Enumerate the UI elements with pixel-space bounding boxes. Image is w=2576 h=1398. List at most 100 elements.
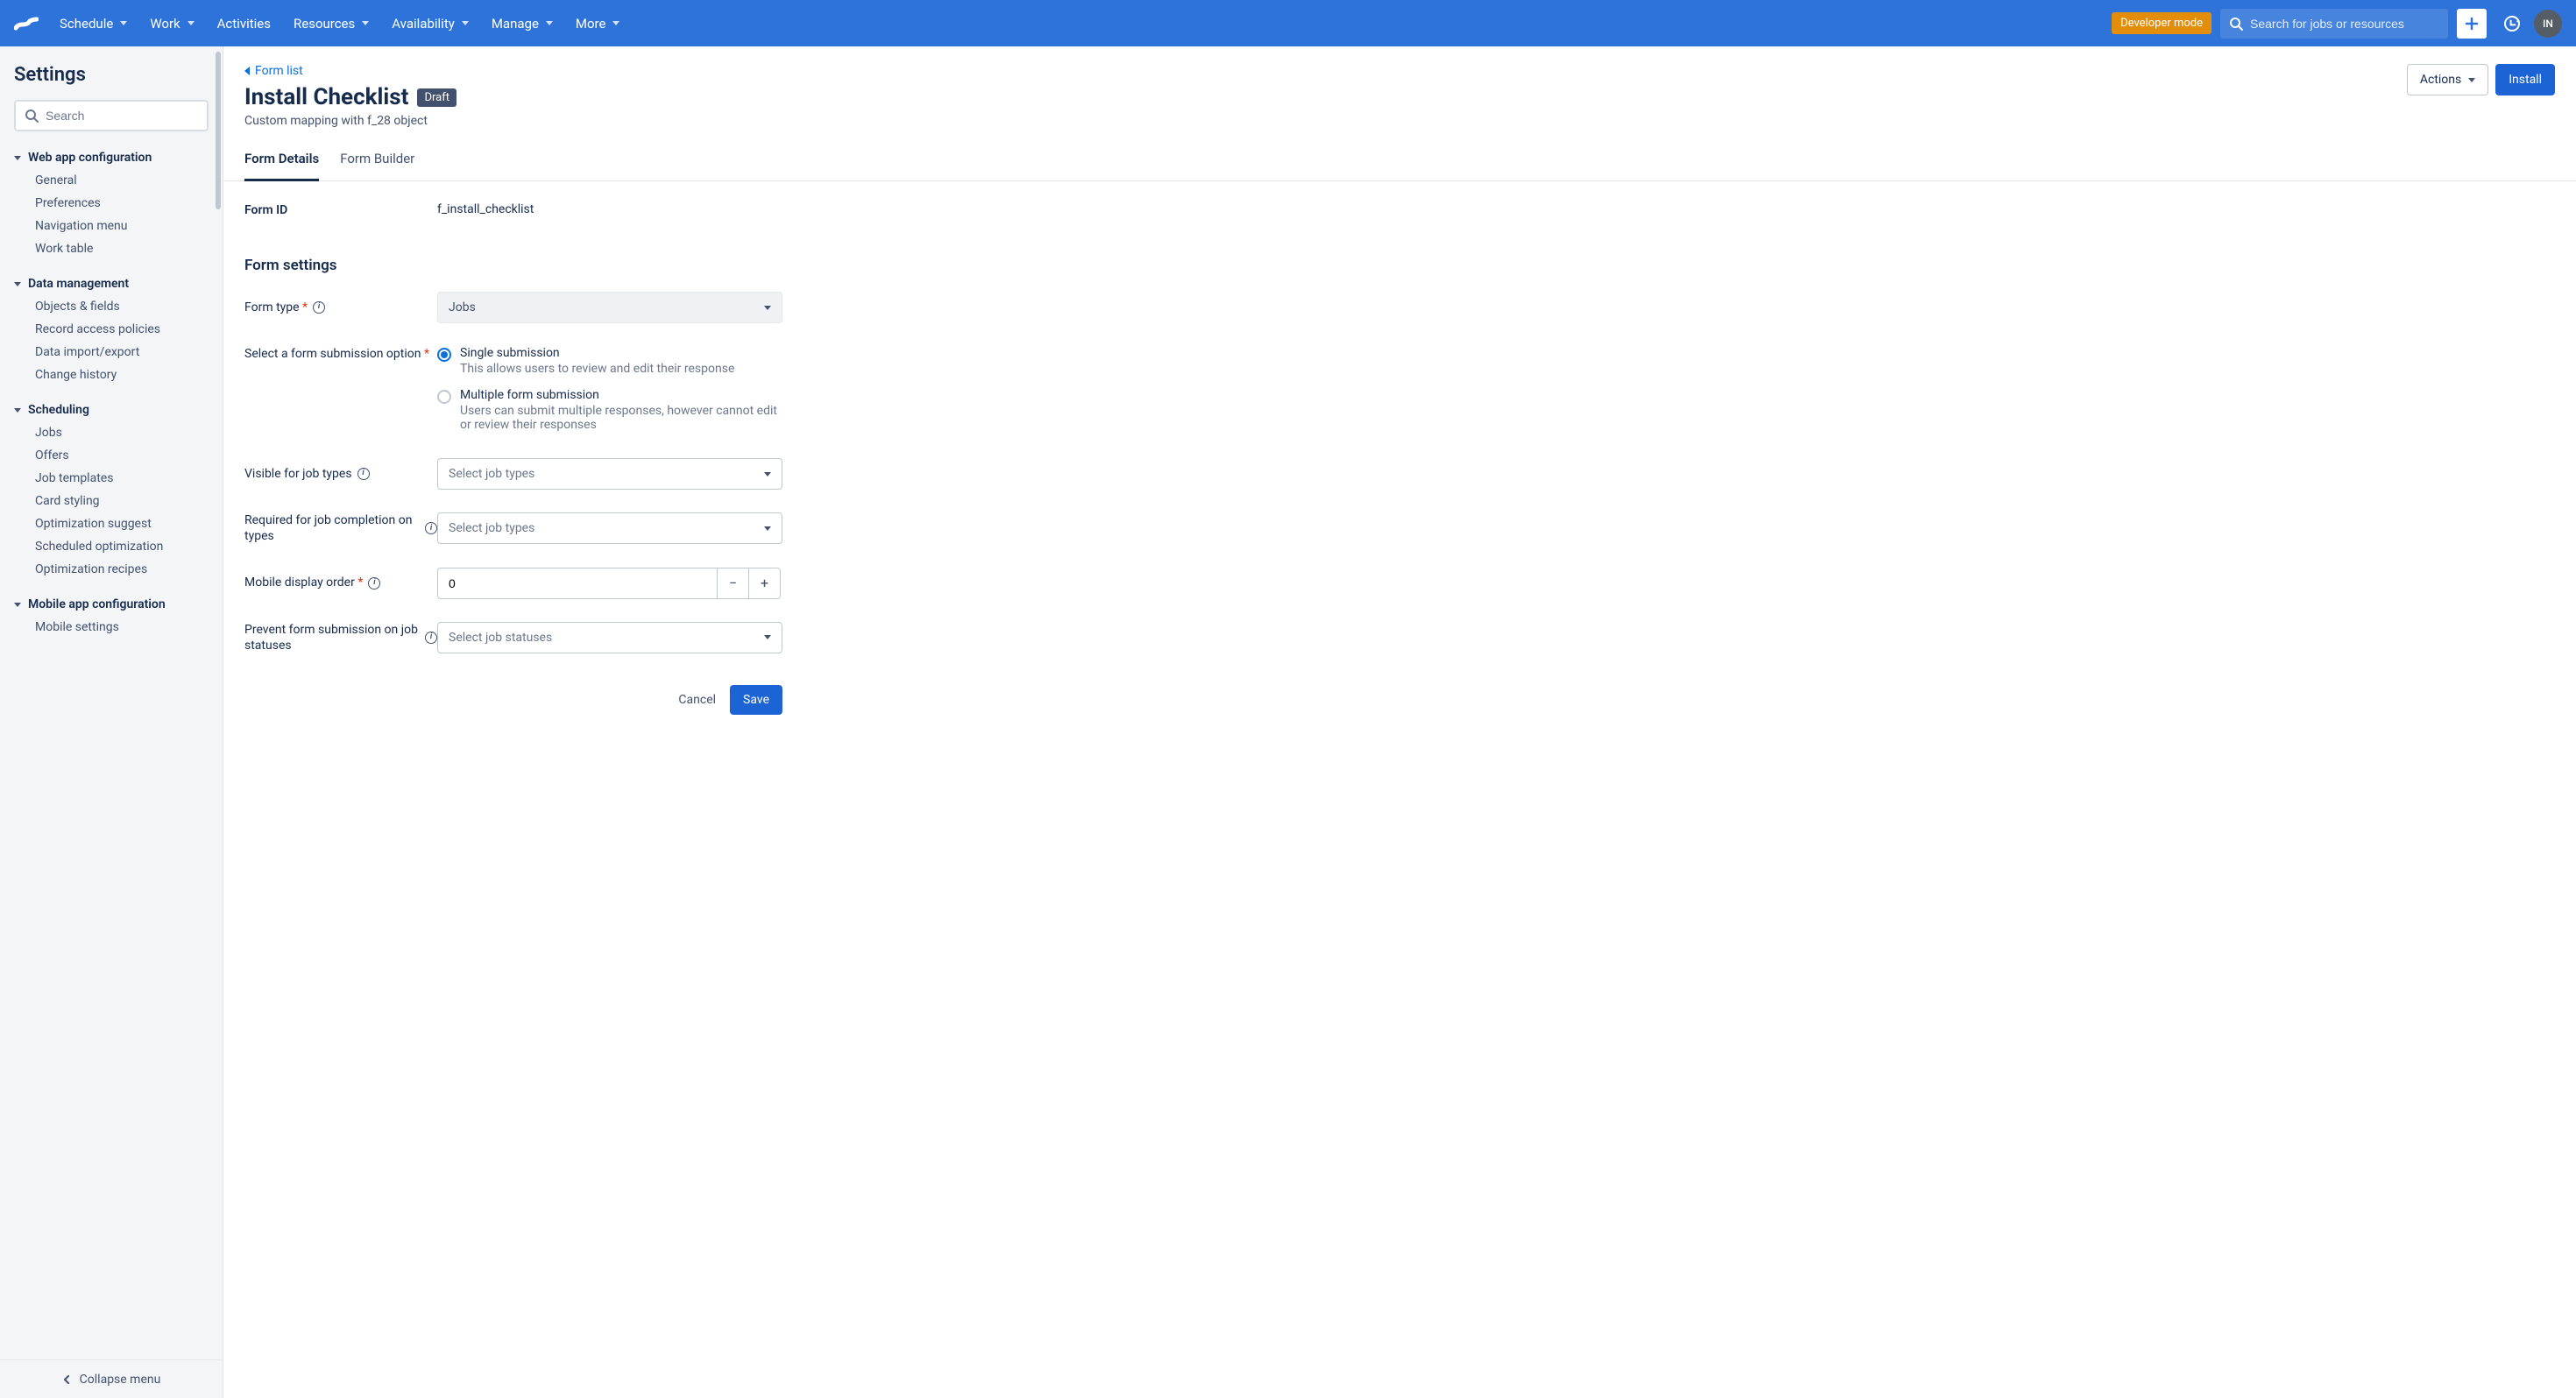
radio-icon: [437, 390, 451, 404]
sidebar-item[interactable]: General: [35, 172, 209, 189]
chevron-down-icon: [764, 306, 771, 310]
refresh-icon[interactable]: [2497, 9, 2527, 39]
nav-item-work[interactable]: Work: [139, 11, 204, 37]
sidebar-search[interactable]: [14, 100, 209, 131]
save-button[interactable]: Save: [730, 685, 782, 715]
sidebar-item[interactable]: Change history: [35, 366, 209, 384]
radio-icon: [437, 348, 451, 362]
nav-item-schedule[interactable]: Schedule: [49, 11, 138, 37]
radio-option[interactable]: Single submissionThis allows users to re…: [437, 346, 782, 376]
chevron-down-icon: [188, 21, 195, 25]
developer-mode-badge[interactable]: Developer mode: [2112, 12, 2212, 34]
sidebar-title: Settings: [14, 64, 209, 86]
submission-option-label: Select a form submission option *: [244, 346, 437, 362]
sidebar-item[interactable]: Jobs: [35, 424, 209, 441]
sidebar-item[interactable]: Navigation menu: [35, 217, 209, 235]
required-types-placeholder: Select job types: [449, 521, 534, 535]
sidebar-section-header[interactable]: Mobile app configuration: [14, 597, 209, 611]
sidebar-item[interactable]: Mobile settings: [35, 618, 209, 636]
chevron-left-icon: [244, 67, 250, 75]
sidebar-section-header[interactable]: Data management: [14, 277, 209, 291]
sidebar-item[interactable]: Offers: [35, 447, 209, 464]
nav-item-more[interactable]: More: [565, 11, 631, 37]
stepper-decrement[interactable]: −: [718, 568, 749, 599]
actions-button-label: Actions: [2420, 73, 2461, 87]
avatar[interactable]: IN: [2534, 10, 2562, 38]
chevron-down-icon: [120, 21, 127, 25]
prevent-statuses-select[interactable]: Select job statuses: [437, 622, 782, 653]
info-icon[interactable]: [368, 577, 380, 590]
sidebar-item[interactable]: Preferences: [35, 194, 209, 212]
chevron-down-icon: [462, 21, 469, 25]
chevron-down-icon: [14, 408, 21, 413]
cancel-button[interactable]: Cancel: [678, 693, 716, 707]
sidebar-search-input[interactable]: [46, 109, 198, 123]
global-search[interactable]: [2220, 9, 2448, 39]
form-type-value: Jobs: [449, 300, 476, 314]
radio-desc: This allows users to review and edit the…: [460, 362, 734, 376]
nav-item-manage[interactable]: Manage: [481, 11, 563, 37]
status-badge: Draft: [417, 88, 456, 107]
install-button-label: Install: [2509, 73, 2542, 87]
global-search-input[interactable]: [2250, 17, 2439, 31]
nav-item-label: Manage: [492, 16, 539, 32]
form-type-select[interactable]: Jobs: [437, 292, 782, 323]
sidebar-section-title: Web app configuration: [28, 151, 152, 165]
required-types-select[interactable]: Select job types: [437, 512, 782, 544]
breadcrumb-label: Form list: [255, 64, 303, 78]
nav-item-availability[interactable]: Availability: [381, 11, 479, 37]
sidebar-item[interactable]: Objects & fields: [35, 298, 209, 315]
sidebar-item[interactable]: Optimization suggest: [35, 515, 209, 533]
search-icon: [25, 109, 39, 123]
search-icon: [2229, 17, 2243, 31]
chevron-down-icon: [764, 472, 771, 477]
chevron-left-icon: [62, 1375, 71, 1384]
tabs: Form Details Form Builder: [223, 151, 2576, 181]
chevron-down-icon: [362, 21, 369, 25]
chevron-down-icon: [2468, 78, 2475, 82]
breadcrumb-link[interactable]: Form list: [244, 64, 303, 78]
sidebar-item[interactable]: Work table: [35, 240, 209, 258]
nav-item-resources[interactable]: Resources: [283, 11, 379, 37]
chevron-down-icon: [612, 21, 619, 25]
info-icon[interactable]: [425, 522, 437, 534]
chevron-down-icon: [764, 635, 771, 639]
radio-option[interactable]: Multiple form submission Users can submit…: [437, 388, 782, 432]
sidebar-item[interactable]: Job templates: [35, 470, 209, 487]
form-id-value: f_install_checklist: [437, 202, 782, 216]
tab-form-builder[interactable]: Form Builder: [340, 151, 414, 181]
install-button[interactable]: Install: [2495, 64, 2555, 95]
nav-item-label: Schedule: [60, 16, 113, 32]
required-types-label: Required for job completion on types: [244, 512, 437, 544]
chevron-down-icon: [14, 603, 21, 607]
nav-item-label: Availability: [392, 16, 455, 32]
nav-item-label: Resources: [294, 16, 355, 32]
sidebar-item[interactable]: Data import/export: [35, 343, 209, 361]
info-icon[interactable]: [425, 632, 437, 644]
visible-types-select[interactable]: Select job types: [437, 458, 782, 490]
sidebar-item[interactable]: Scheduled optimization: [35, 538, 209, 555]
prevent-statuses-placeholder: Select job statuses: [449, 631, 552, 645]
sidebar-section-header[interactable]: Scheduling: [14, 403, 209, 417]
tab-form-details[interactable]: Form Details: [244, 151, 319, 181]
prevent-statuses-label: Prevent form submission on job statuses: [244, 622, 437, 653]
actions-button[interactable]: Actions: [2407, 64, 2488, 95]
settings-sidebar: Settings Web app configuration General Pre…: [0, 46, 223, 1398]
collapse-menu-button[interactable]: Collapse menu: [0, 1359, 223, 1398]
radio-desc: Users can submit multiple responses, how…: [460, 404, 782, 432]
info-icon[interactable]: [357, 468, 370, 480]
radio-title: Multiple form submission: [460, 388, 782, 402]
sidebar-item[interactable]: Card styling: [35, 492, 209, 510]
info-icon[interactable]: [313, 301, 325, 314]
visible-types-label: Visible for job types: [244, 466, 437, 482]
page-subtitle: Custom mapping with f_28 object: [244, 114, 2407, 128]
sidebar-section-title: Mobile app configuration: [28, 597, 166, 611]
nav-item-activities[interactable]: Activities: [207, 11, 281, 37]
add-button[interactable]: [2457, 9, 2487, 39]
stepper-increment[interactable]: +: [749, 568, 781, 599]
sidebar-item[interactable]: Record access policies: [35, 321, 209, 338]
sidebar-section-header[interactable]: Web app configuration: [14, 151, 209, 165]
sidebar-scrollbar[interactable]: [214, 46, 223, 1359]
display-order-input[interactable]: [437, 568, 718, 599]
sidebar-item[interactable]: Optimization recipes: [35, 561, 209, 578]
